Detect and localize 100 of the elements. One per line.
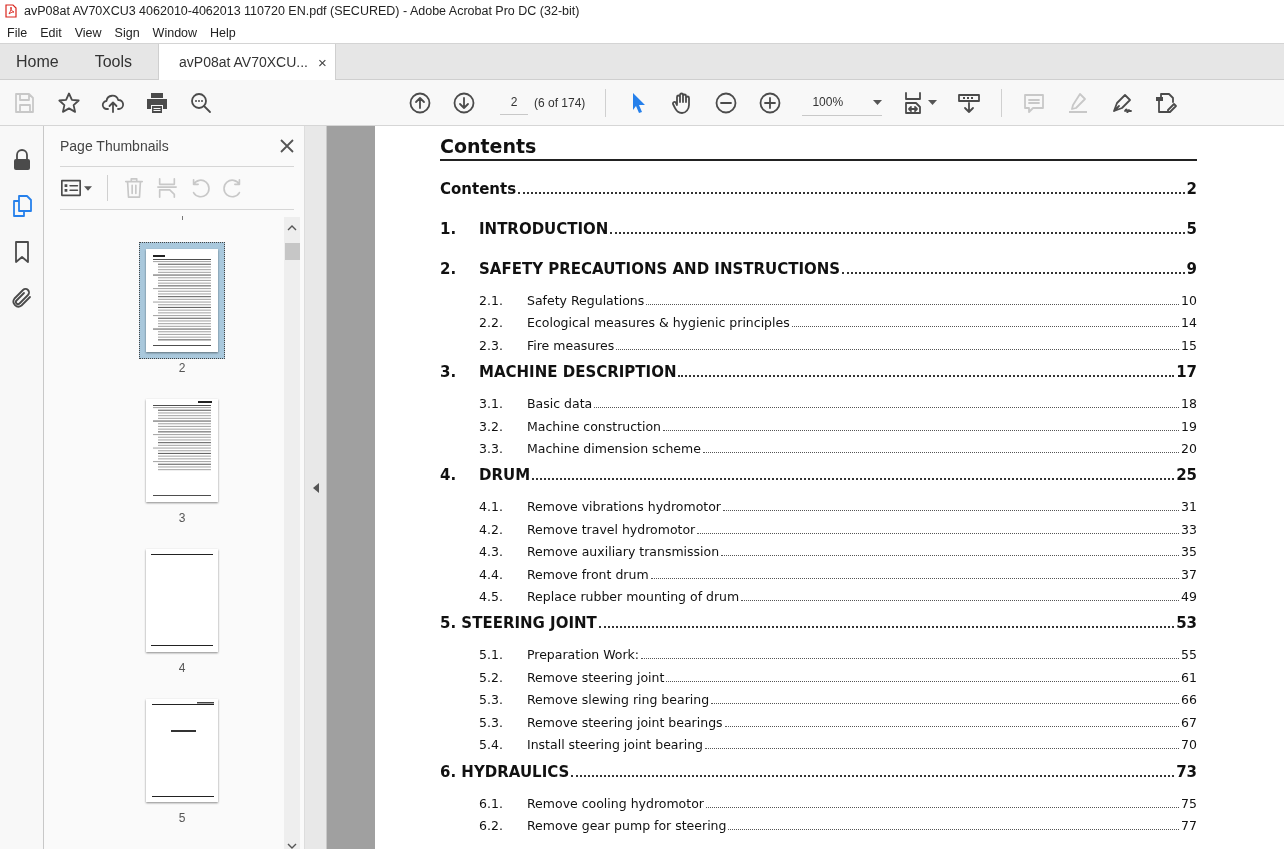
page-number-label: 3	[178, 511, 186, 525]
page-number-field[interactable]: 2	[500, 90, 528, 115]
entry-number: 4.2.	[479, 520, 504, 539]
tab[interactable]: avP08at AV70XCU... ×	[158, 44, 337, 80]
entry-number: 4.	[440, 465, 458, 487]
entry-number: 6.1.	[479, 794, 504, 813]
panel-title: Page Thumbnails	[60, 138, 169, 154]
menu-item[interactable]: Sign	[107, 25, 146, 40]
entry-title: Remove steering joint bearings	[527, 713, 723, 732]
entry-number: 5.1.	[479, 646, 504, 665]
entry-number: 4.4.	[479, 565, 504, 584]
entry-number: 4.5.	[479, 588, 504, 607]
entry-page-number: 73	[1176, 761, 1197, 783]
edit-document-icon[interactable]	[1154, 90, 1179, 115]
entry-page-number: 2	[1186, 179, 1197, 200]
entry-title: Machine construction	[527, 417, 662, 436]
print-icon[interactable]	[145, 90, 169, 115]
thumbnail-options-button[interactable]	[60, 177, 92, 199]
entry-title: Remove gear pump for steering	[527, 816, 727, 835]
entry-page-number: 17	[1176, 362, 1197, 384]
search-icon[interactable]	[189, 90, 213, 115]
entry-title: Safety Regulations	[527, 292, 645, 310]
entry-number: 5.4.	[479, 736, 504, 755]
entry-number: 3.	[440, 362, 458, 384]
entry-number: 4.1.	[479, 498, 504, 517]
scroll-up-icon[interactable]	[287, 225, 297, 231]
entry-number: 2.	[440, 259, 458, 280]
page-number-label: 2	[178, 361, 186, 375]
caret-icon[interactable]	[873, 99, 883, 105]
menu-item[interactable]: View	[67, 25, 108, 40]
entry-page-number: 66	[1181, 691, 1197, 710]
entry-page-number: 19	[1181, 417, 1197, 436]
close-icon[interactable]	[280, 139, 294, 153]
entry-title: Contents	[440, 179, 517, 200]
entry-title: MACHINE DESCRIPTION	[479, 362, 677, 384]
entry-title: Remove front drum	[527, 565, 649, 584]
page-number-label: 4	[178, 661, 186, 675]
page-heading: Contents	[440, 134, 1197, 161]
entry-title: Fire measures	[527, 336, 615, 355]
close-tab-button[interactable]: ×	[318, 53, 327, 71]
entry-page-number: 61	[1181, 668, 1197, 687]
menu-item[interactable]: Edit	[33, 25, 68, 40]
entry-page-number: 37	[1181, 565, 1197, 584]
page-number-label: 5	[178, 811, 186, 825]
entry-title: Basic data	[527, 395, 593, 414]
zoom-out-icon[interactable]	[714, 90, 739, 115]
entry-number: 4.3.	[479, 543, 504, 562]
collapse-icon[interactable]	[312, 482, 319, 493]
entry-title: 6. HYDRAULICS	[440, 761, 570, 783]
window-title: avP08at AV70XCU3 4062010-4062013 110720 EN.pdf (SECURED) - Adobe Acrobat Pro DC (32-bit)	[24, 4, 580, 18]
pdf-app-icon	[5, 4, 17, 18]
entry-title: Remove vibrations hydromotor	[527, 498, 721, 517]
scroll-thumb[interactable]	[284, 243, 300, 260]
caret-icon[interactable]	[928, 100, 938, 105]
star-icon[interactable]	[57, 90, 81, 115]
entry-page-number: 14	[1181, 314, 1197, 333]
entry-page-number: 35	[1181, 543, 1197, 562]
entry-number: 3.3.	[479, 440, 504, 459]
entry-page-number: 15	[1181, 336, 1197, 355]
arrow-down-circle-icon[interactable]	[452, 90, 476, 115]
page-count: (6 of 174)	[534, 95, 586, 110]
entry-number: 5.3.	[479, 691, 504, 710]
arrow-up-circle-icon[interactable]	[408, 90, 432, 115]
entry-title: Preparation Work:	[527, 646, 640, 665]
entry-title: Remove steering joint	[527, 668, 665, 687]
scroll-down-icon[interactable]	[287, 843, 297, 849]
zoom-in-icon[interactable]	[758, 90, 783, 115]
tab-label[interactable]: avP08at AV70XCU...	[179, 54, 308, 70]
menu-item[interactable]: File	[0, 25, 34, 40]
page-fit-button[interactable]	[902, 90, 938, 115]
entry-number: 3.1.	[479, 395, 504, 414]
entry-page-number: 25	[1176, 465, 1197, 487]
entry-page-number: 75	[1181, 794, 1197, 813]
entry-title: Install steering joint bearing	[527, 736, 703, 755]
entry-title: INTRODUCTION	[479, 219, 609, 240]
page-thumbnail[interactable]	[139, 242, 225, 359]
entry-page-number: 49	[1181, 588, 1197, 607]
entry-page-number: 5	[1186, 219, 1197, 240]
entry-title: Ecological measures & hygienic principles	[527, 314, 790, 333]
tab[interactable]: Tools	[74, 44, 159, 79]
scrollbar[interactable]	[284, 217, 300, 849]
entry-page-number: 53	[1176, 613, 1197, 635]
entry-number: 1.	[440, 219, 458, 240]
entry-title: Machine dimension scheme	[527, 440, 701, 459]
caret-icon[interactable]	[84, 185, 92, 191]
entry-page-number: 67	[1181, 713, 1197, 732]
entry-number: 3.2.	[479, 417, 504, 436]
paperclip-icon[interactable]	[9, 286, 34, 310]
entry-title: Remove auxiliary transmission	[527, 543, 720, 562]
entry-title: Remove travel hydromotor	[527, 520, 696, 539]
entry-title: 5. STEERING JOINT	[440, 613, 597, 635]
entry-page-number: 9	[1186, 259, 1197, 280]
menu-item[interactable]: Window	[145, 25, 204, 40]
tab[interactable]: Home	[0, 44, 75, 79]
entry-number: 6.2.	[479, 816, 504, 835]
entry-page-number: 18	[1181, 395, 1197, 414]
menu-item[interactable]: Help	[203, 25, 242, 40]
entry-number: 5.3.	[479, 713, 504, 732]
entry-number: 2.3.	[479, 336, 504, 355]
zoom-dropdown[interactable]: 100%	[802, 89, 883, 116]
